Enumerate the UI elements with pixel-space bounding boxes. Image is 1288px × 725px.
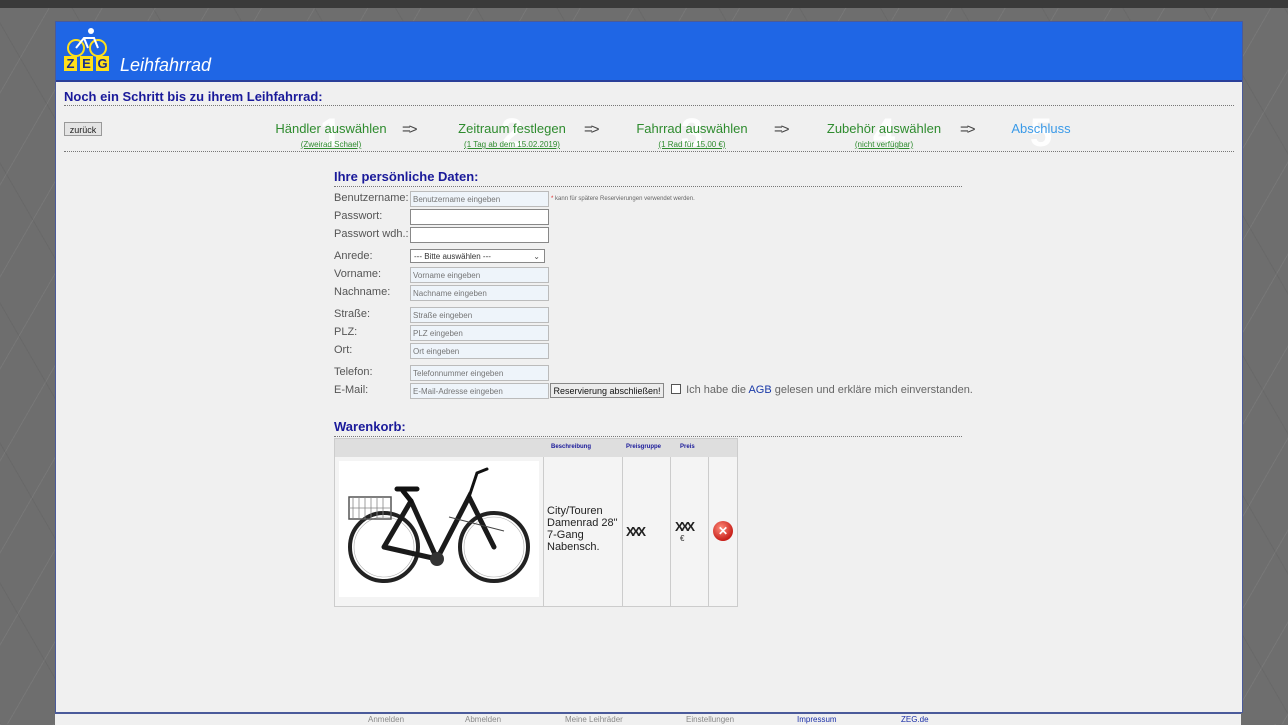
remove-item-icon[interactable]: ✕: [713, 521, 733, 541]
item-currency: €: [680, 534, 685, 543]
footer-settings-link[interactable]: Einstellungen: [686, 715, 734, 724]
step-sub: (1 Rad für 15,00 €): [658, 140, 726, 149]
city-label: Ort:: [334, 344, 353, 356]
column-header: Preis: [680, 444, 695, 450]
page-heading: Noch ein Schritt bis zu ihrem Leihfahrra…: [64, 89, 323, 104]
column-divider: [708, 457, 709, 606]
hint-text: kann für spätere Reservierungen verwende…: [555, 196, 695, 202]
street-label: Straße:: [334, 308, 371, 320]
step-arrow: =>: [402, 121, 417, 138]
password-repeat-input[interactable]: [410, 227, 549, 243]
step-sub: (1 Tag ab dem 15.02.2019): [464, 140, 560, 149]
chevron-down-icon: ⌄: [533, 252, 540, 261]
top-bar: [0, 0, 1288, 8]
required-star: *: [551, 196, 554, 202]
firstname-label: Vorname:: [334, 268, 382, 280]
column-header: Beschreibung: [551, 444, 592, 450]
item-price: XXX: [675, 519, 695, 534]
zeg-logo[interactable]: Z E G: [62, 26, 122, 76]
column-header: Preisgruppe: [626, 444, 662, 450]
step-period[interactable]: 2 Zeitraum festlegen (1 Tag ab dem 15.02…: [454, 111, 570, 155]
phone-label: Telefon:: [334, 366, 373, 378]
password-repeat-label: Passwort wdh.:: [334, 228, 409, 240]
item-price-group: XXX: [626, 524, 646, 539]
agb-text-after: gelesen und erkläre mich einverstanden.: [774, 384, 973, 396]
username-input[interactable]: [410, 191, 549, 207]
zip-input[interactable]: [410, 325, 549, 341]
agb-consent: Ich habe die AGB gelesen und erkläre mic…: [671, 384, 973, 396]
phone-input[interactable]: [410, 365, 549, 381]
column-divider: [670, 457, 671, 606]
agb-link[interactable]: AGB: [748, 384, 771, 396]
bicycle-icon: [348, 467, 530, 583]
submit-reservation-button[interactable]: Reservierung abschließen!: [550, 383, 664, 398]
salutation-select[interactable]: --- Bitte auswählen --- ⌄: [410, 249, 545, 263]
step-accessories[interactable]: 4 Zubehör auswählen (nicht verfügbar): [822, 111, 946, 155]
footer-imprint-link[interactable]: Impressum: [797, 715, 837, 724]
logo-letter: E: [80, 56, 93, 71]
agb-checkbox[interactable]: [671, 384, 681, 394]
progress-steps: 1 Händler auswählen (Zweirad Schael) => …: [56, 111, 1242, 155]
firstname-input[interactable]: [410, 267, 549, 283]
username-label: Benutzername:: [334, 192, 409, 204]
salutation-label: Anrede:: [334, 250, 373, 262]
divider: [64, 105, 1234, 106]
cyclist-icon: [67, 28, 107, 57]
divider: [334, 436, 962, 437]
password-label: Passwort:: [334, 210, 383, 222]
step-sub: (nicht verfügbar): [854, 140, 914, 149]
footer-logout-link[interactable]: Abmelden: [465, 715, 501, 724]
email-label: E-Mail:: [334, 384, 369, 396]
step-arrow: =>: [584, 121, 599, 138]
footer-login-link[interactable]: Anmelden: [368, 715, 404, 724]
step-sub: (Zweirad Schael): [300, 140, 362, 149]
header-banner: Z E G Leihfahrrad: [56, 22, 1242, 82]
step-label: Händler auswählen: [275, 121, 387, 136]
logo-letter: G: [96, 56, 109, 71]
zip-label: PLZ:: [334, 326, 358, 338]
lastname-label: Nachname:: [334, 286, 391, 298]
main-frame: Z E G Leihfahrrad Noch ein Schritt bis z…: [55, 21, 1243, 713]
footer-zeg-link[interactable]: ZEG.de: [901, 715, 929, 724]
logo-letter: Z: [64, 56, 77, 71]
app-title: Leihfahrrad: [120, 55, 212, 75]
city-input[interactable]: [410, 343, 549, 359]
step-label: Zubehör auswählen: [826, 121, 942, 136]
cart-title: Warenkorb:: [334, 419, 406, 434]
cart-table: Beschreibung Preisgruppe Preis City/Tour…: [334, 438, 738, 607]
cart-header-row: Beschreibung Preisgruppe Preis: [335, 439, 737, 457]
column-divider: [543, 457, 544, 606]
username-hint: * kann für spätere Reservierungen verwen…: [551, 196, 695, 202]
step-bike[interactable]: 3 Fahrrad auswählen (1 Rad für 15,00 €): [630, 111, 754, 155]
divider: [64, 151, 1234, 152]
step-label: Zeitraum festlegen: [458, 121, 566, 136]
bike-image: [339, 461, 539, 597]
password-input[interactable]: [410, 209, 549, 225]
footer-my-bikes-link[interactable]: Meine Leihräder: [565, 715, 623, 724]
salutation-value: --- Bitte auswählen ---: [414, 252, 491, 261]
footer-nav: Anmelden Abmelden Meine Leihräder Einste…: [55, 713, 1241, 725]
logo-letters: Z E G: [64, 56, 109, 71]
email-input[interactable]: [410, 383, 549, 399]
street-input[interactable]: [410, 307, 549, 323]
step-dealer[interactable]: 1 Händler auswählen (Zweirad Schael): [271, 111, 391, 155]
step-label: Abschluss: [1011, 121, 1071, 136]
column-divider: [622, 457, 623, 606]
divider: [334, 186, 962, 187]
step-arrow: =>: [774, 121, 789, 138]
step-arrow: =>: [960, 121, 975, 138]
agb-text-before: Ich habe die: [686, 384, 746, 396]
item-description: City/Touren Damenrad 28" 7-Gang Nabensch…: [547, 505, 618, 553]
step-label: Fahrrad auswählen: [636, 121, 748, 136]
step-finish[interactable]: 5 Abschluss: [1006, 111, 1076, 155]
lastname-input[interactable]: [410, 285, 549, 301]
personal-data-title: Ihre persönliche Daten:: [334, 169, 479, 184]
